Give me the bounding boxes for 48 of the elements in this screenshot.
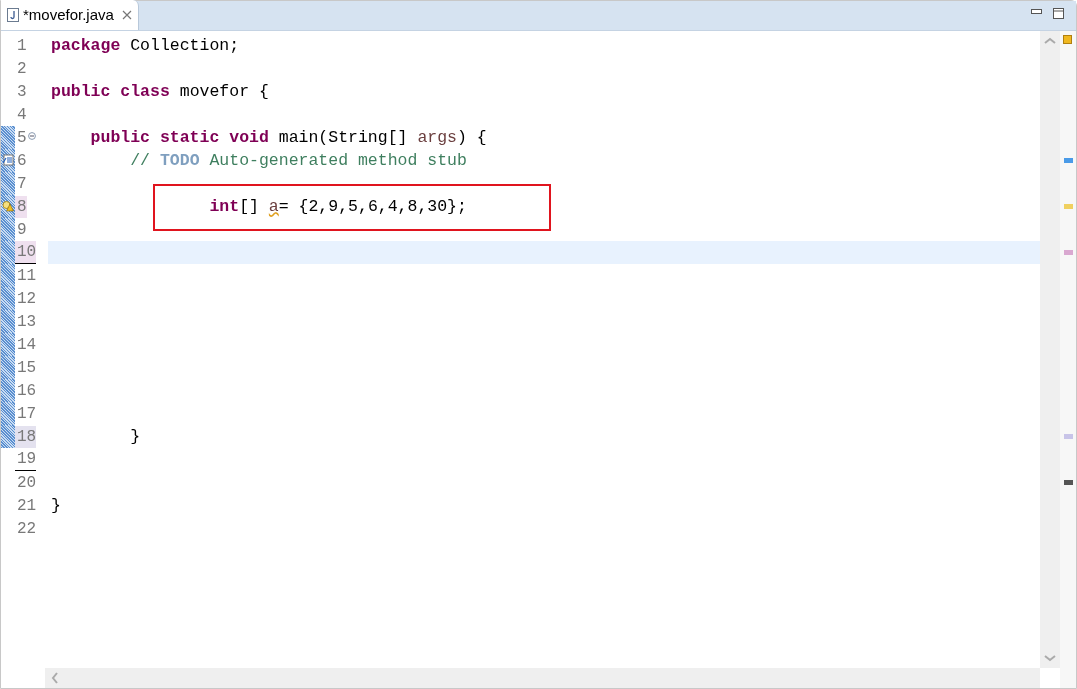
collapse-icon[interactable]: [27, 131, 36, 140]
overview-marker[interactable]: [1063, 250, 1073, 255]
code-line: int[] a= {2,9,5,6,4,8,30};: [208, 195, 467, 218]
line-number: 21: [16, 495, 37, 517]
line-number: 22: [16, 518, 37, 540]
line-number: 18: [15, 425, 37, 448]
line-number: 9: [16, 219, 27, 241]
line-number: 2: [16, 58, 27, 80]
line-number: 13: [16, 311, 37, 333]
line-number: 11: [16, 265, 37, 287]
code-line: public static void main(String[] args) {: [89, 126, 487, 149]
close-icon[interactable]: [121, 10, 132, 20]
task-icon[interactable]: [2, 154, 14, 166]
line-number: 1: [16, 35, 27, 57]
line-number: 7: [16, 173, 27, 195]
problem-summary-icon: [1063, 35, 1072, 44]
maximize-icon[interactable]: [1053, 8, 1064, 19]
overview-marker[interactable]: [1063, 204, 1073, 209]
line-number: 17: [16, 403, 37, 425]
scroll-down-icon[interactable]: [1044, 654, 1056, 662]
line-number: 16: [16, 380, 37, 402]
line-number: 10: [15, 240, 37, 265]
overview-marker[interactable]: [1063, 434, 1073, 439]
line-number: 8: [15, 195, 27, 218]
java-file-icon: [7, 8, 19, 22]
line-number: 5: [16, 127, 27, 149]
line-number: 14: [16, 334, 37, 356]
vertical-scrollbar[interactable]: [1040, 31, 1060, 668]
warning-bulb-icon[interactable]: [2, 200, 14, 212]
line-number: 15: [16, 357, 37, 379]
overview-marker[interactable]: [1063, 158, 1073, 163]
code-line: package Collection;: [51, 34, 240, 57]
line-number: 4: [16, 104, 27, 126]
code-line: }: [51, 494, 61, 517]
scroll-up-icon[interactable]: [1044, 37, 1056, 45]
overview-marker[interactable]: [1063, 480, 1073, 485]
code-line: // TODO Auto-generated method stub: [129, 149, 467, 172]
editor-tab[interactable]: *movefor.java: [1, 0, 139, 30]
code-line: }: [129, 425, 141, 448]
line-number: 6: [16, 150, 27, 172]
tab-title: *movefor.java: [23, 4, 114, 25]
line-number: 12: [16, 288, 37, 310]
line-number: 3: [16, 81, 27, 103]
code-line: public class movefor {: [51, 80, 269, 103]
scroll-left-icon[interactable]: [51, 672, 59, 684]
line-number: 20: [16, 472, 37, 494]
minimize-icon[interactable]: [1031, 9, 1042, 15]
horizontal-scrollbar[interactable]: [45, 668, 1040, 688]
